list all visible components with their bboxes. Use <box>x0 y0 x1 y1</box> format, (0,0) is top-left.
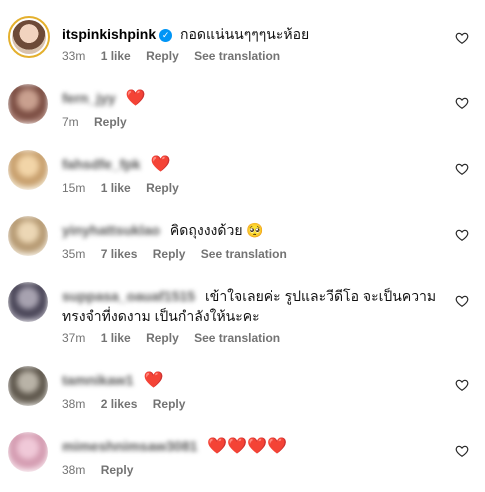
username[interactable]: mimeshnimsaw3081 <box>62 436 197 456</box>
reply-button[interactable]: Reply <box>146 49 179 63</box>
heart-icon[interactable] <box>455 294 469 308</box>
heart-icon[interactable] <box>455 96 469 110</box>
username[interactable]: suppasa_oauaf1515 <box>62 286 195 306</box>
reply-button[interactable]: Reply <box>146 181 179 195</box>
reply-button[interactable]: Reply <box>94 115 127 129</box>
username[interactable]: fahsdfe_fpk <box>62 154 141 174</box>
heart-icon[interactable] <box>455 31 469 45</box>
comment-text: ❤️ <box>150 156 171 173</box>
comment-time: 7m <box>62 115 79 129</box>
comment-text: กอดแน่นนๆๆๆนะห้อย <box>180 26 310 42</box>
see-translation-button[interactable]: See translation <box>194 331 280 345</box>
likes-count[interactable]: 1 like <box>101 49 131 63</box>
reply-button[interactable]: Reply <box>146 331 179 345</box>
comment-text: ❤️ <box>125 90 146 107</box>
reply-button[interactable]: Reply <box>153 247 186 261</box>
comment-time: 38m <box>62 397 86 411</box>
avatar[interactable] <box>8 282 48 322</box>
comment-time: 15m <box>62 181 86 195</box>
avatar[interactable] <box>8 150 48 190</box>
comment-text: ❤️ <box>143 372 164 389</box>
avatar[interactable] <box>8 84 48 124</box>
reply-button[interactable]: Reply <box>153 397 186 411</box>
avatar[interactable] <box>8 432 48 472</box>
likes-count[interactable]: 2 likes <box>101 397 138 411</box>
comment-time: 37m <box>62 331 86 345</box>
comment-time: 33m <box>62 49 86 63</box>
username[interactable]: itspinkishpink <box>62 26 156 42</box>
heart-icon[interactable] <box>455 444 469 458</box>
see-translation-button[interactable]: See translation <box>201 247 287 261</box>
reply-button[interactable]: Reply <box>101 463 134 477</box>
username[interactable]: yinyhattsuklao <box>62 220 160 240</box>
comment-text: ❤️❤️❤️❤️ <box>207 438 287 455</box>
avatar[interactable] <box>8 366 48 406</box>
avatar[interactable] <box>8 16 50 58</box>
likes-count[interactable]: 1 like <box>101 181 131 195</box>
see-translation-button[interactable]: See translation <box>194 49 280 63</box>
avatar[interactable] <box>8 216 48 256</box>
comment-text: คิดถุงงงด้วย 🥺 <box>169 222 264 238</box>
heart-icon[interactable] <box>455 162 469 176</box>
comment-time: 38m <box>62 463 86 477</box>
verified-badge-icon: ✓ <box>159 29 173 42</box>
likes-count[interactable]: 7 likes <box>101 247 138 261</box>
username[interactable]: tamnikaw1 <box>62 370 134 390</box>
heart-icon[interactable] <box>455 378 469 392</box>
heart-icon[interactable] <box>455 228 469 242</box>
username[interactable]: fern_jyy <box>62 88 116 108</box>
likes-count[interactable]: 1 like <box>101 331 131 345</box>
comment-time: 35m <box>62 247 86 261</box>
